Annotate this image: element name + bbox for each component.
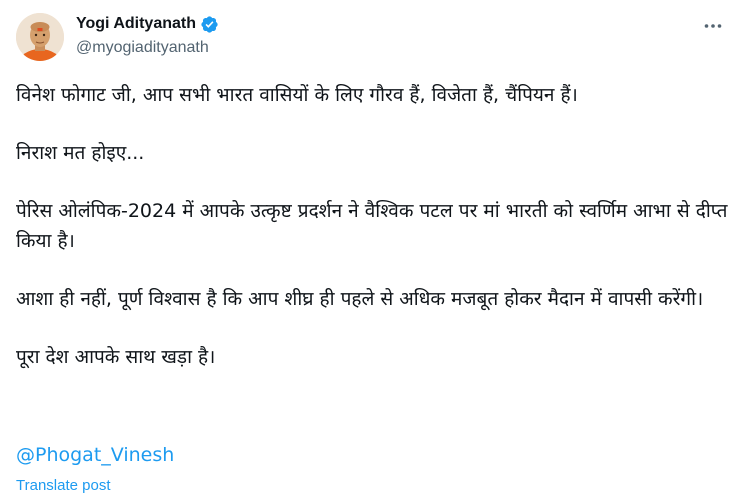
translate-post-link[interactable]: Translate post (16, 476, 111, 496)
post-paragraph: विनेश फोगाट जी, आप सभी भारत वासियों के ल… (16, 84, 578, 106)
post-paragraph: आशा ही नहीं, पूर्ण विश्वास है कि आप शीघ्… (16, 288, 704, 310)
author-name-text: Yogi Adityanath (76, 15, 196, 32)
mention-link[interactable]: @Phogat_Vinesh (16, 442, 174, 468)
avatar-image (16, 13, 64, 61)
more-options-button[interactable] (701, 14, 725, 38)
post-paragraph: निराश मत होइए... (16, 142, 145, 164)
more-options-icon (704, 24, 722, 28)
author-handle[interactable]: @myogiadityanath (76, 38, 209, 58)
post-paragraph: पेरिस ओलंपिक-2024 में आपके उत्कृष्ट प्रद… (16, 200, 734, 252)
post-text: विनेश फोगाट जी, आप सभी भारत वासियों के ल… (16, 80, 728, 372)
post-paragraph: पूरा देश आपके साथ खड़ा है। (16, 346, 216, 368)
avatar[interactable] (16, 13, 64, 61)
author-name[interactable]: Yogi Adityanath (76, 14, 219, 34)
verified-badge-icon (201, 15, 218, 33)
post-card: Yogi Adityanath @myogiadityanath विनेश फ… (0, 0, 739, 502)
